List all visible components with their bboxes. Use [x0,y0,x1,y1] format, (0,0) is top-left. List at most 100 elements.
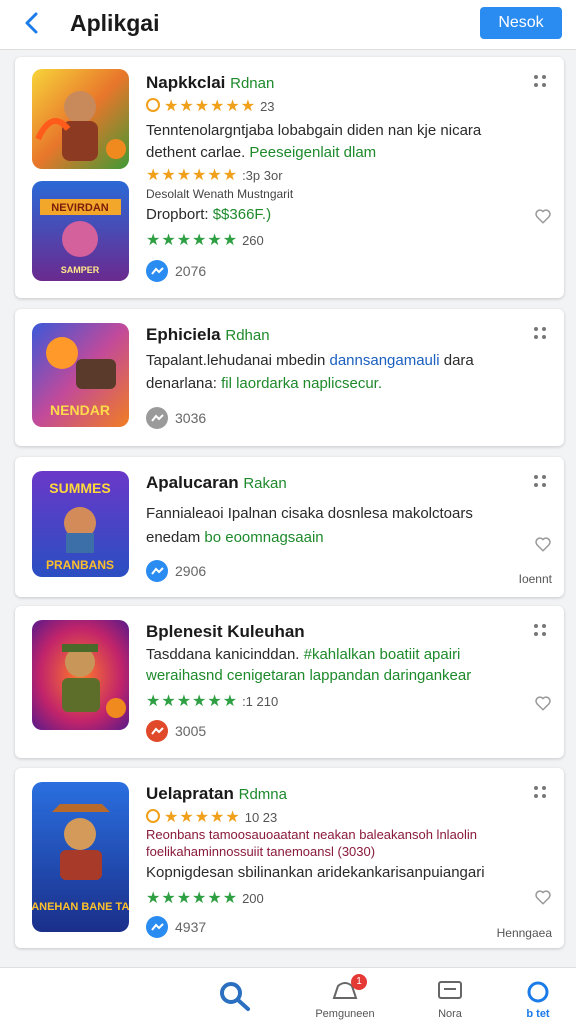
nav-profile[interactable]: b tet [500,968,576,1024]
star-rating-icons: ★★★★★★ [146,890,239,907]
app-card[interactable]: NEVIRDAN SAMPER Napkkclai Rdnan ★★★★★★ 23… [15,57,564,298]
messenger-icon [146,560,168,582]
app-title: Napkkclai [146,73,226,92]
notification-badge: 1 [351,974,367,990]
app-highlight: bo eoomnagsaain [204,529,324,546]
rating-row: ★★★★★★ 200 [146,888,264,908]
rating-value: 260 [242,233,264,248]
star-rating-icons: ★★★★★★ [146,232,239,249]
rating-value: 10 23 [244,810,278,825]
app-description: dethent carlae. Peeseigenlait dlam [146,144,377,161]
app-card[interactable]: CANEHAN BANE TAS Uelapratan Rdmna ★★★★★1… [15,768,564,948]
star-rating-icons: ★★★★★★ [146,167,239,184]
corner-label: Henngaea [496,926,552,940]
app-name: Apalucaran Rakan [146,473,287,493]
app-highlight: fil laordarka naplicsecur. [221,375,382,392]
header-action-button[interactable]: Nesok [480,7,562,39]
nav-label: b tet [526,1008,550,1020]
thumbnail-title: SUMMES [49,480,110,496]
badge-count: 3005 [175,723,207,739]
nav-notifications[interactable]: 1 Pemguneen [305,968,385,1024]
rating-row: ★★★★★★:1 210 [146,691,278,711]
rating-row: ★★★★★ 10 23 [146,807,277,827]
more-options-icon[interactable] [534,327,548,341]
app-description: Tenntenolargntjaba lobabgain diden nan k… [146,122,482,139]
rating-value: :3p 3or [242,168,283,183]
heart-icon[interactable] [534,207,552,225]
messenger-icon [146,260,168,282]
heart-icon[interactable] [534,888,552,906]
app-highlight: Peeseigenlait dlam [249,144,377,161]
app-card[interactable]: NENDAR Ephiciela Rdhan Tapalant.lehudana… [15,309,564,446]
app-subtitle: Desolalt Wenath Mustngarit [146,187,294,201]
coin-icon [146,98,160,112]
nav-search[interactable] [195,968,275,1024]
app-description: Reonbans tamoosauoaatant neakan baleakan… [146,827,478,842]
nav-inbox[interactable]: Nora [410,968,490,1024]
circle-icon [527,981,549,1003]
star-rating-icons: ★★★★★★ [146,693,239,710]
inbox-icon [438,981,462,999]
app-description: enedam bo eoomnagsaain [146,529,324,546]
star-rating-icons: ★★★★★★ [164,98,257,115]
app-card[interactable]: Bplenesit Kuleuhan Tasddana kanicinddan.… [15,606,564,758]
app-description: weraihasnd cenigetaran lappandan daringa… [146,667,472,684]
more-options-icon[interactable] [534,475,548,489]
nav-label: Pemguneen [315,1008,375,1020]
coin-icon [146,809,160,823]
app-thumbnail[interactable]: SUMMES PRANBANS [32,471,129,577]
app-title: Ephiciela [146,325,221,344]
app-thumbnail[interactable] [32,69,129,169]
thumbnail-title: NEVIRDAN [51,202,109,214]
app-tag: Rakan [243,475,287,492]
more-options-icon[interactable] [534,624,548,638]
app-name: Ephiciela Rdhan [146,325,270,345]
app-tag: Rdnan [230,75,275,92]
app-name: Bplenesit Kuleuhan [146,622,305,642]
chevron-left-icon [25,12,38,34]
bottom-navigation: 1 Pemguneen Nora b tet [0,967,576,1024]
app-description: Fannialeaoi Ipalnan cisaka dosnlesa mako… [146,505,473,522]
badge-count: 2906 [175,563,207,579]
badge-count: 3036 [175,410,207,426]
badge-count: 2076 [175,263,207,279]
app-name: Napkkclai Rdnan [146,73,274,93]
search-icon [220,982,250,1011]
back-button[interactable] [22,8,46,38]
app-description: foelikahaminnossuiit tanemoansl (3030) [146,844,376,859]
app-card[interactable]: SUMMES PRANBANS Apalucaran Rakan Fannial… [15,457,564,597]
rating-value: 200 [242,891,264,906]
thumbnail-title: NENDAR [50,402,110,418]
nav-label: Nora [438,1008,462,1020]
app-tag: Rdhan [225,327,270,344]
messenger-icon [146,407,168,429]
rating-row: ★★★★★★ 260 [146,230,264,250]
app-thumbnail[interactable] [32,620,129,730]
badge-count: 4937 [175,919,207,935]
app-tag: Rdmna [238,786,287,803]
rating-value: 23 [260,99,275,114]
rating-row: ★★★★★★ 23 [146,96,275,116]
heart-icon[interactable] [534,694,552,712]
app-description: denarlana: fil laordarka naplicsecur. [146,375,382,392]
heart-icon[interactable] [534,535,552,553]
app-thumbnail[interactable]: NEVIRDAN SAMPER [32,181,129,281]
rating-row: ★★★★★★:3p 3or [146,165,283,185]
price-value: $$366F.) [212,206,272,223]
more-options-icon[interactable] [534,75,548,89]
app-description: Kopnigdesan sbilinankan aridekankarisanp… [146,864,485,881]
page-title: Aplikgai [70,10,160,36]
app-thumbnail[interactable]: CANEHAN BANE TAS [32,782,129,932]
more-options-icon[interactable] [534,786,548,800]
app-title: Uelapratan [146,784,234,803]
notification-icon [146,720,168,742]
app-title: Apalucaran [146,473,239,492]
star-rating-icons: ★★★★★ [164,809,241,826]
thumbnail-caption: PRANBANS [46,558,114,572]
app-name: Uelapratan Rdmna [146,784,287,804]
app-thumbnail[interactable]: NENDAR [32,323,129,427]
app-description: Tapalant.lehudanai mbedin dannsangamauli… [146,352,474,369]
app-description: Tasddana kanicinddan. #kahlalkan boatiit… [146,646,461,663]
thumbnail-title: CANEHAN BANE TAS [32,901,129,913]
app-title: Bplenesit Kuleuhan [146,622,305,641]
